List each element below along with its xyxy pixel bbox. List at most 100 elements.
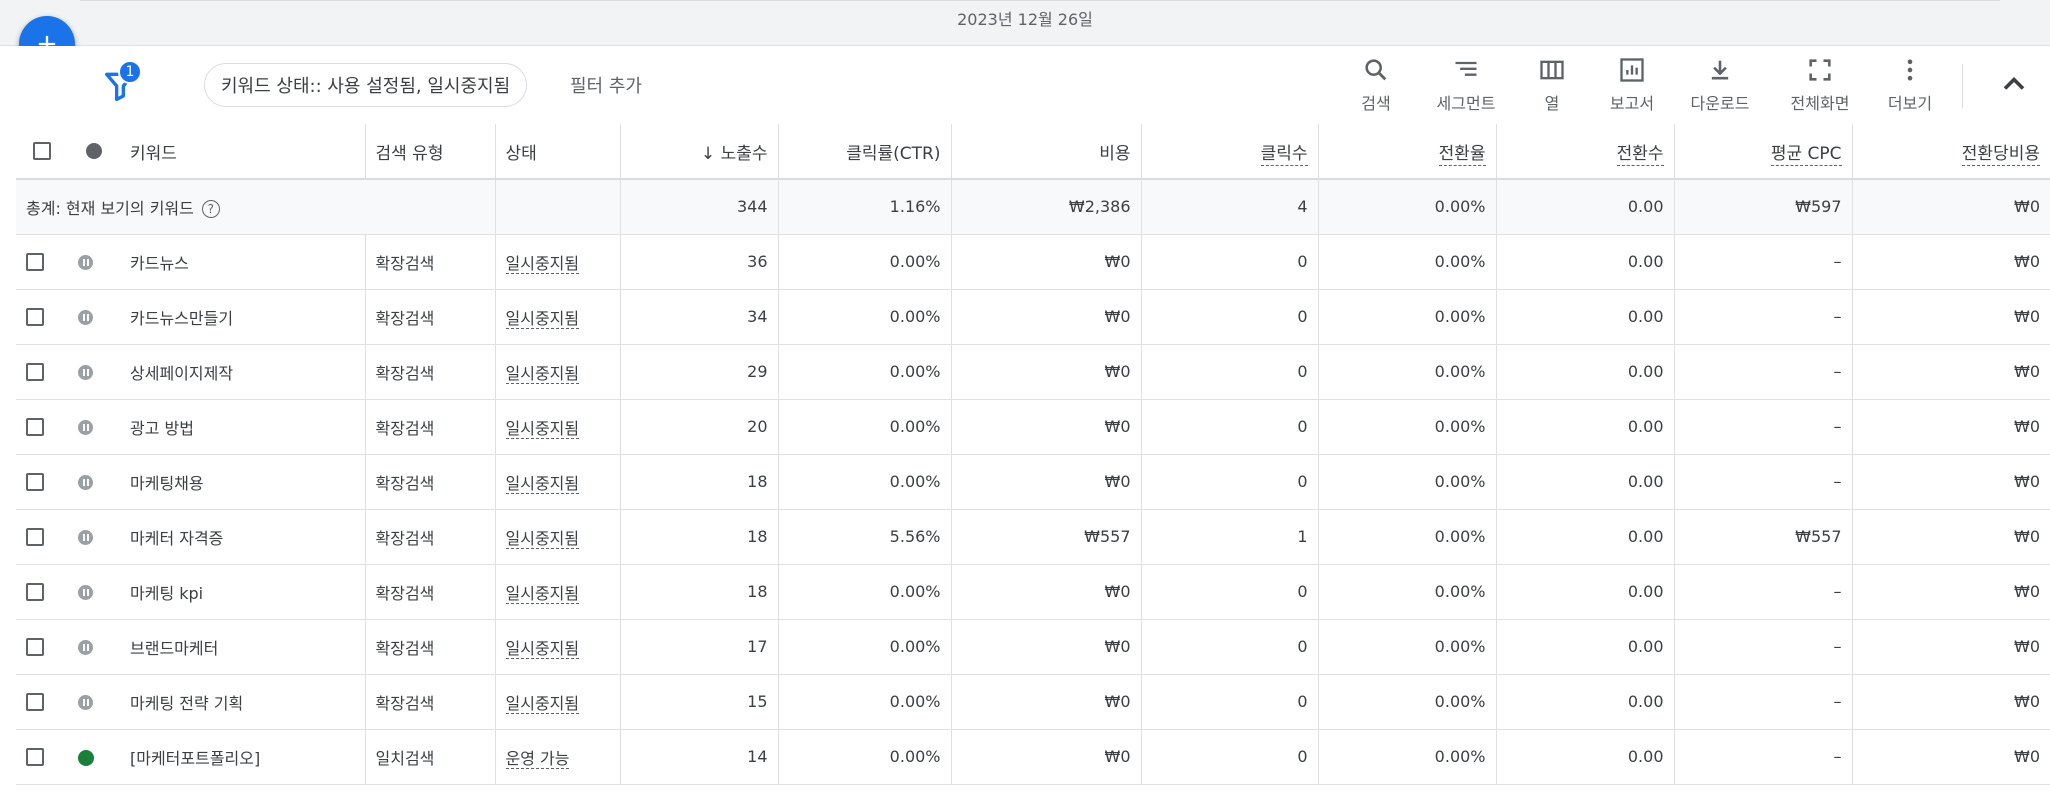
keyword-cell[interactable]: 카드뉴스만들기 <box>120 289 366 345</box>
row-checkbox[interactable] <box>26 583 44 602</box>
status-cell[interactable]: 일시중지됨 <box>495 289 621 345</box>
status-cell[interactable]: 일시중지됨 <box>495 399 621 455</box>
more-button[interactable]: 더보기 <box>1880 56 1940 116</box>
ctr-cell: 0.00% <box>778 234 952 290</box>
conversions-cell: 0.00 <box>1496 344 1675 400</box>
keyword-cell[interactable]: 마케팅채용 <box>120 454 366 510</box>
row-checkbox[interactable] <box>26 528 44 547</box>
impressions-cell: 18 <box>620 454 779 510</box>
cost-cell: ₩0 <box>951 729 1142 785</box>
status-link[interactable]: 일시중지됨 <box>505 583 580 604</box>
row-checkbox[interactable] <box>26 638 44 657</box>
status-cell[interactable]: 일시중지됨 <box>495 234 621 290</box>
status-cell[interactable]: 운영 가능 <box>495 729 621 785</box>
row-status-icon-cell[interactable] <box>68 344 120 400</box>
header-cost-per-conv[interactable]: 전환당비용 <box>1852 124 2050 180</box>
status-link[interactable]: 일시중지됨 <box>505 363 580 384</box>
row-status-icon-cell[interactable] <box>68 289 120 345</box>
cost-per-conv-cell: ₩0 <box>1852 344 2050 400</box>
status-link[interactable]: 일시중지됨 <box>505 473 580 494</box>
status-cell[interactable]: 일시중지됨 <box>495 619 621 675</box>
conv-rate-cell: 0.00% <box>1318 454 1497 510</box>
status-cell[interactable]: 일시중지됨 <box>495 454 621 510</box>
download-label: 다운로드 <box>1690 94 1750 113</box>
header-keyword[interactable]: 키워드 <box>120 124 366 180</box>
status-cell[interactable]: 일시중지됨 <box>495 564 621 620</box>
report-button[interactable]: 보고서 <box>1600 56 1664 116</box>
row-status-icon-cell[interactable] <box>68 234 120 290</box>
paused-status-icon <box>78 695 93 710</box>
row-status-icon-cell[interactable] <box>68 729 120 785</box>
header-impressions[interactable]: ↓ 노출수 <box>620 124 779 180</box>
row-status-icon-cell[interactable] <box>68 399 120 455</box>
status-link[interactable]: 일시중지됨 <box>505 418 580 439</box>
avg-cpc-cell: – <box>1674 399 1853 455</box>
header-match-type[interactable]: 검색 유형 <box>365 124 496 180</box>
cost-per-conv-cell: ₩0 <box>1852 399 2050 455</box>
fullscreen-icon <box>1809 59 1831 81</box>
row-status-icon-cell[interactable] <box>68 564 120 620</box>
add-filter-button[interactable]: 필터 추가 <box>570 72 642 98</box>
header-cost[interactable]: 비용 <box>951 124 1142 180</box>
header-clicks[interactable]: 클릭수 <box>1141 124 1319 180</box>
search-button[interactable]: 검색 <box>1346 56 1406 116</box>
status-cell[interactable]: 일시중지됨 <box>495 509 621 565</box>
status-link[interactable]: 일시중지됨 <box>505 253 580 274</box>
header-conversions[interactable]: 전환수 <box>1496 124 1675 180</box>
row-status-icon-cell[interactable] <box>68 509 120 565</box>
status-link[interactable]: 일시중지됨 <box>505 638 580 659</box>
clicks-cell: 0 <box>1141 399 1319 455</box>
help-icon[interactable]: ? <box>201 200 220 219</box>
fullscreen-label: 전체화면 <box>1790 94 1850 113</box>
ctr-cell: 0.00% <box>778 729 952 785</box>
download-button[interactable]: 다운로드 <box>1682 56 1758 116</box>
keyword-cell[interactable]: 상세페이지제작 <box>120 344 366 400</box>
keyword-cell[interactable]: 마케팅 전략 기획 <box>120 674 366 730</box>
row-status-icon-cell[interactable] <box>68 674 120 730</box>
header-ctr[interactable]: 클릭률(CTR) <box>778 124 952 180</box>
row-checkbox[interactable] <box>26 693 44 712</box>
columns-button[interactable]: 열 <box>1524 56 1580 116</box>
segment-button[interactable]: 세그먼트 <box>1424 56 1508 116</box>
row-checkbox[interactable] <box>26 473 44 492</box>
keyword-status-filter-chip[interactable]: 키워드 상태:: 사용 설정됨, 일시중지됨 <box>204 63 528 107</box>
row-checkbox[interactable] <box>26 308 44 327</box>
header-conv-rate[interactable]: 전환율 <box>1318 124 1497 180</box>
row-status-icon-cell[interactable] <box>68 454 120 510</box>
status-filter-dot-icon[interactable] <box>86 143 102 159</box>
row-select-cell <box>16 564 68 620</box>
status-link[interactable]: 일시중지됨 <box>505 528 580 549</box>
row-checkbox[interactable] <box>26 363 44 382</box>
row-checkbox[interactable] <box>26 748 44 767</box>
header-status[interactable]: 상태 <box>495 124 621 180</box>
status-link[interactable]: 일시중지됨 <box>505 693 580 714</box>
status-link[interactable]: 운영 가능 <box>505 748 570 769</box>
header-avg-cpc[interactable]: 평균 CPC <box>1674 124 1853 180</box>
more-label: 더보기 <box>1887 94 1933 113</box>
keyword-cell[interactable]: [마케터포트폴리오] <box>120 729 366 785</box>
row-checkbox[interactable] <box>26 418 44 437</box>
status-link[interactable]: 일시중지됨 <box>505 308 580 329</box>
chevron-up-icon[interactable] <box>1996 66 2032 102</box>
totals-row: 총계: 현재 보기의 키워드? 344 1.16% ₩2,386 4 0.00%… <box>16 179 2050 235</box>
paused-status-icon <box>78 585 93 600</box>
totals-clicks: 4 <box>1141 179 1319 235</box>
keyword-cell[interactable]: 마케팅 kpi <box>120 564 366 620</box>
row-status-icon-cell[interactable] <box>68 619 120 675</box>
row-select-cell <box>16 234 68 290</box>
status-cell[interactable]: 일시중지됨 <box>495 344 621 400</box>
status-cell[interactable]: 일시중지됨 <box>495 674 621 730</box>
select-all-checkbox[interactable] <box>33 142 51 160</box>
cost-per-conv-cell: ₩0 <box>1852 729 2050 785</box>
toolbar-divider <box>1962 64 1963 108</box>
keyword-cell[interactable]: 마케터 자격증 <box>120 509 366 565</box>
keyword-cell[interactable]: 카드뉴스 <box>120 234 366 290</box>
keyword-cell[interactable]: 브랜드마케터 <box>120 619 366 675</box>
cost-cell: ₩0 <box>951 619 1142 675</box>
fullscreen-button[interactable]: 전체화면 <box>1780 56 1860 116</box>
row-checkbox[interactable] <box>26 253 44 272</box>
avg-cpc-cell: – <box>1674 344 1853 400</box>
keyword-cell[interactable]: 광고 방법 <box>120 399 366 455</box>
conversions-cell: 0.00 <box>1496 399 1675 455</box>
keyword-table: 키워드 검색 유형 상태 ↓ 노출수 클릭률(CTR) 비용 클릭수 전환율 전… <box>16 124 2050 785</box>
